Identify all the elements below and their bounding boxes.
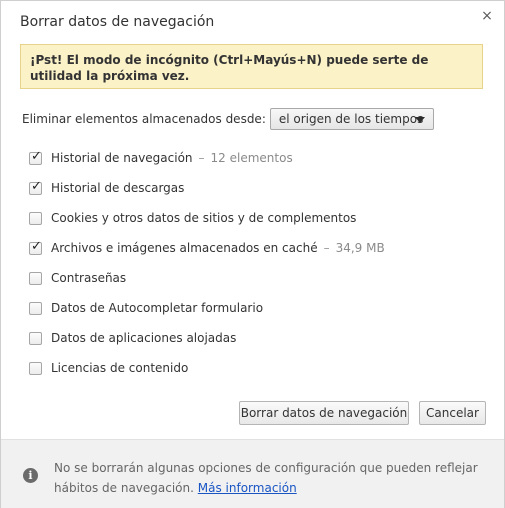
option-label: Cookies y otros datos de sitios y de com… <box>51 211 357 225</box>
checkmark-icon: ✓ <box>31 148 42 164</box>
option-row[interactable]: Contraseñas <box>29 263 469 293</box>
option-label: Historial de navegación <box>51 151 193 165</box>
option-checkbox[interactable] <box>29 271 42 285</box>
option-checkbox[interactable] <box>29 211 42 225</box>
incognito-tip: ¡Pst! El modo de incógnito (Ctrl+Mayús+N… <box>20 44 483 89</box>
option-separator: – <box>323 241 330 255</box>
option-row[interactable]: ✓ Historial de navegación –12 elementos <box>29 143 469 173</box>
option-checkbox[interactable] <box>29 331 42 345</box>
option-row[interactable]: ✓ Archivos e imágenes almacenados en cach… <box>29 233 469 263</box>
option-checkbox[interactable]: ✓ <box>29 148 42 165</box>
data-types-list: ✓ Historial de navegación –12 elementos ✓ Hi… <box>29 143 469 383</box>
option-label: Datos de aplicaciones alojadas <box>51 331 237 345</box>
dialog-title: Borrar datos de navegación <box>20 14 215 30</box>
footer-text: No se borrarán algunas opciones de confi… <box>54 458 494 498</box>
option-checkbox[interactable] <box>29 361 42 375</box>
time-range-value: el origen de los tiempos <box>278 112 424 126</box>
option-detail: 34,9 MB <box>335 241 385 255</box>
more-info-link[interactable]: Más información <box>198 481 297 495</box>
option-label: Licencias de contenido <box>51 361 189 375</box>
clear-data-button[interactable]: Borrar datos de navegación <box>239 401 409 425</box>
checkmark-icon: ✓ <box>31 238 42 254</box>
option-label: Historial de descargas <box>51 181 185 195</box>
option-row[interactable]: ✓ Historial de descargas <box>29 173 469 203</box>
option-label: Contraseñas <box>51 271 127 285</box>
close-icon[interactable]: × <box>480 8 494 24</box>
option-row[interactable]: Licencias de contenido <box>29 353 469 383</box>
time-range-select[interactable]: el origen de los tiempos <box>269 108 434 130</box>
option-row[interactable]: Cookies y otros datos de sitios y de com… <box>29 203 469 233</box>
clear-browsing-data-dialog: Borrar datos de navegación × ¡Pst! El mo… <box>0 0 505 508</box>
option-checkbox[interactable]: ✓ <box>29 238 42 255</box>
option-checkbox[interactable]: ✓ <box>29 178 42 195</box>
option-row[interactable]: Datos de Autocompletar formulario <box>29 293 469 323</box>
time-range-row: Eliminar elementos almacenados desde: el… <box>22 107 434 131</box>
checkmark-icon: ✓ <box>31 178 42 194</box>
footer-info: i No se borrarán algunas opciones de con… <box>1 439 504 508</box>
option-separator: – <box>198 151 205 165</box>
option-label: Datos de Autocompletar formulario <box>51 301 264 315</box>
option-label: Archivos e imágenes almacenados en caché <box>51 241 318 255</box>
info-icon: i <box>23 468 38 483</box>
cancel-button[interactable]: Cancelar <box>419 401 486 425</box>
time-range-label: Eliminar elementos almacenados desde: <box>22 112 266 126</box>
option-detail: 12 elementos <box>210 151 293 165</box>
chevron-down-icon <box>414 117 425 123</box>
option-row[interactable]: Datos de aplicaciones alojadas <box>29 323 469 353</box>
option-checkbox[interactable] <box>29 301 42 315</box>
